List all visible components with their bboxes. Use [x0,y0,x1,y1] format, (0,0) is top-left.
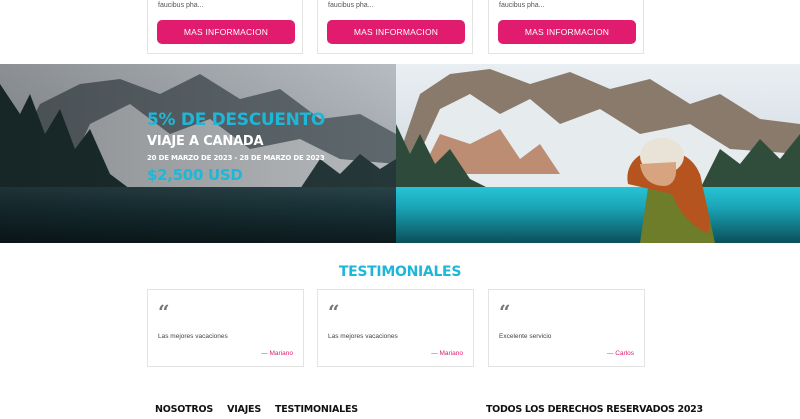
promo-banner: 5% DE DESCUENTO VIAJE A CANADA 20 DE MAR… [0,64,800,243]
testimonial-author: — Mariano [431,350,463,357]
more-info-button[interactable]: MAS INFORMACION [327,20,465,44]
more-info-button[interactable]: MAS INFORMACION [157,20,295,44]
footer-link-nosotros[interactable]: NOSOTROS [155,404,213,415]
banner-landscape-image [0,64,800,243]
testimonials-heading: TESTIMONIALES [338,264,462,280]
tour-card-excerpt: faucibus pha... [158,2,204,9]
tour-card: faucibus pha... MAS INFORMACION [147,0,303,54]
testimonial-author: — Mariano [261,350,293,357]
tour-cards-row: faucibus pha... MAS INFORMACION faucibus… [0,0,800,64]
tour-card-excerpt: faucibus pha... [499,2,545,9]
testimonial-card: “ Las mejores vacaciones — Mariano [317,289,474,367]
testimonial-message: Las mejores vacaciones [328,333,398,340]
testimonial-message: Las mejores vacaciones [158,333,228,340]
promo-discount: 5% DE DESCUENTO [147,110,326,130]
tour-card-excerpt: faucibus pha... [328,2,374,9]
tour-card: faucibus pha... MAS INFORMACION [317,0,473,54]
testimonial-card: “ Las mejores vacaciones — Mariano [147,289,304,367]
quote-icon: “ [328,300,340,324]
footer-link-testimoniales[interactable]: TESTIMONIALES [275,404,358,415]
testimonial-card: “ Excelente servicio — Carlos [488,289,645,367]
footer-copyright: TODOS LOS DERECHOS RESERVADOS 2023 [486,404,703,415]
tour-card: faucibus pha... MAS INFORMACION [488,0,644,54]
footer-link-viajes[interactable]: VIAJES [227,404,261,415]
promo-trip-title: VIAJE A CANADA [147,134,264,149]
footer-nav: NOSOTROS VIAJES TESTIMONIALES [155,404,358,415]
testimonial-author: — Carlos [606,350,634,357]
quote-icon: “ [499,300,511,324]
promo-dates: 20 DE MARZO DE 2023 - 28 DE MARZO DE 202… [147,154,325,162]
promo-price: $2,500 USD [147,166,243,184]
promo-text-block: 5% DE DESCUENTO VIAJE A CANADA 20 DE MAR… [147,110,325,184]
more-info-button[interactable]: MAS INFORMACION [498,20,636,44]
quote-icon: “ [158,300,170,324]
testimonial-message: Excelente servicio [499,333,552,340]
